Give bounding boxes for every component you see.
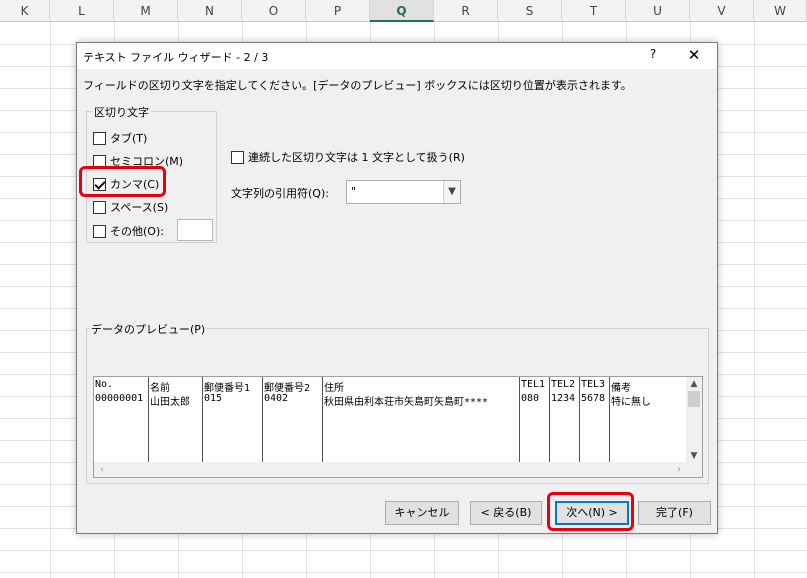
column-header-t[interactable]: T: [562, 0, 626, 22]
text-qualifier-label: 文字列の引用符(Q):: [231, 187, 329, 200]
preview-table: No. 00000001 名前 山田太郎 郵便番号1 015 郵便番号2 0402 住所 秋田県由…: [94, 377, 687, 463]
column-header-v[interactable]: V: [690, 0, 754, 22]
column-header-m[interactable]: M: [114, 0, 178, 22]
other-label: その他(O):: [110, 225, 164, 238]
preview-column[interactable]: 郵便番号1 015: [203, 377, 263, 463]
preview-cell: 00000001: [95, 393, 144, 404]
preview-cell: 015: [204, 393, 223, 404]
close-button[interactable]: ✕: [683, 46, 705, 66]
finish-button[interactable]: 完了(F): [638, 501, 711, 525]
grid-row-line: [0, 572, 807, 573]
consecutive-delimiters-option[interactable]: 連続した区切り文字は 1 文字として扱う(R): [231, 149, 465, 165]
preview-header-cell: No.: [95, 379, 114, 390]
preview-cell: 山田太郎: [150, 397, 190, 408]
text-import-wizard-dialog: テキスト ファイル ウィザード - 2 / 3 ? ✕ フィールドの区切り文字を…: [76, 42, 718, 534]
preview-cell: 080: [521, 393, 540, 404]
data-preview-box[interactable]: No. 00000001 名前 山田太郎 郵便番号1 015 郵便番号2 0402 住所 秋田県由…: [93, 376, 703, 478]
grid-column-line: [50, 22, 51, 578]
preview-column[interactable]: 住所秋田県由利本荘市矢島町矢島町****: [323, 377, 520, 463]
preview-header-cell: TEL3: [581, 379, 606, 390]
other-option[interactable]: その他(O):: [93, 223, 164, 239]
other-delimiter-input[interactable]: [177, 219, 213, 241]
space-checkbox[interactable]: [93, 200, 106, 214]
vertical-scroll-thumb[interactable]: [688, 391, 700, 407]
preview-cell: 特に無し: [611, 397, 651, 408]
help-button[interactable]: ?: [643, 47, 663, 65]
column-header-s[interactable]: S: [498, 0, 562, 22]
grid-row-line: [0, 550, 807, 551]
preview-header-cell: TEL1: [521, 379, 546, 390]
preview-header-cell: 住所: [324, 383, 344, 394]
horizontal-scrollbar[interactable]: ‹ ›: [94, 462, 687, 477]
column-header-u[interactable]: U: [626, 0, 690, 22]
preview-header-cell: TEL2: [551, 379, 576, 390]
chevron-down-icon[interactable]: ▼: [443, 181, 460, 203]
back-button[interactable]: < 戻る(B): [470, 501, 542, 525]
preview-column[interactable]: 名前 山田太郎: [149, 377, 203, 463]
column-header-o[interactable]: O: [242, 0, 306, 22]
data-preview-group: データのプレビュー(P) No. 00000001 名前 山田太郎 郵便番号1 015 郵便…: [86, 321, 709, 484]
column-header-k[interactable]: K: [0, 0, 50, 22]
preview-cell: 0402: [264, 393, 289, 404]
grid-column-line: [754, 22, 755, 578]
vertical-scrollbar[interactable]: ▲ ▼: [686, 377, 702, 463]
comma-highlight-frame: [79, 166, 166, 197]
text-qualifier-value: ": [351, 185, 357, 198]
other-checkbox[interactable]: [93, 224, 106, 238]
column-header-row: K L M N O P Q R S T U V W: [0, 0, 807, 22]
column-header-w[interactable]: W: [754, 0, 807, 22]
preview-header-cell: 備考: [611, 383, 631, 394]
space-label: スペース(S): [110, 201, 169, 214]
delimiters-legend: 区切り文字: [92, 104, 151, 120]
column-header-l[interactable]: L: [50, 0, 114, 22]
scroll-up-icon[interactable]: ▲: [686, 377, 702, 391]
column-header-n[interactable]: N: [178, 0, 242, 22]
column-header-r[interactable]: R: [434, 0, 498, 22]
scroll-right-icon[interactable]: ›: [671, 462, 687, 477]
scroll-corner: [686, 462, 702, 477]
consecutive-label: 連続した区切り文字は 1 文字として扱う(R): [248, 151, 465, 164]
preview-column[interactable]: 備考 特に無し: [610, 377, 687, 463]
next-button-highlight-frame: [547, 492, 634, 531]
consecutive-checkbox[interactable]: [231, 150, 244, 164]
preview-header-cell: 郵便番号2: [264, 383, 311, 394]
preview-cell: 5678: [581, 393, 606, 404]
preview-column[interactable]: TEL2 1234: [550, 377, 580, 463]
dialog-titlebar[interactable]: テキスト ファイル ウィザード - 2 / 3 ? ✕: [77, 43, 717, 69]
tab-label: タブ(T): [110, 132, 148, 145]
data-preview-legend: データのプレビュー(P): [89, 321, 208, 337]
column-header-p[interactable]: P: [306, 0, 370, 22]
preview-cell: 1234: [551, 393, 576, 404]
instruction-text: フィールドの区切り文字を指定してください。[データのプレビュー] ボックスには区…: [83, 79, 632, 92]
scroll-down-icon[interactable]: ▼: [686, 449, 702, 463]
preview-column[interactable]: 郵便番号2 0402: [263, 377, 323, 463]
preview-column[interactable]: TEL1 080: [520, 377, 550, 463]
text-qualifier-select[interactable]: " ▼: [346, 180, 461, 204]
dialog-title: テキスト ファイル ウィザード - 2 / 3: [83, 51, 269, 64]
preview-header-cell: 郵便番号1: [204, 383, 251, 394]
scroll-left-icon[interactable]: ‹: [94, 462, 110, 477]
tab-checkbox[interactable]: [93, 131, 106, 145]
column-header-q[interactable]: Q: [370, 0, 434, 22]
preview-header-cell: 名前: [150, 383, 170, 394]
preview-column[interactable]: No. 00000001: [94, 377, 149, 463]
cancel-button[interactable]: キャンセル: [385, 501, 459, 525]
preview-cell: 秋田県由利本荘市矢島町矢島町****: [324, 397, 489, 408]
space-option[interactable]: スペース(S): [93, 199, 168, 215]
preview-column[interactable]: TEL3 5678: [580, 377, 610, 463]
tab-option[interactable]: タブ(T): [93, 130, 147, 146]
